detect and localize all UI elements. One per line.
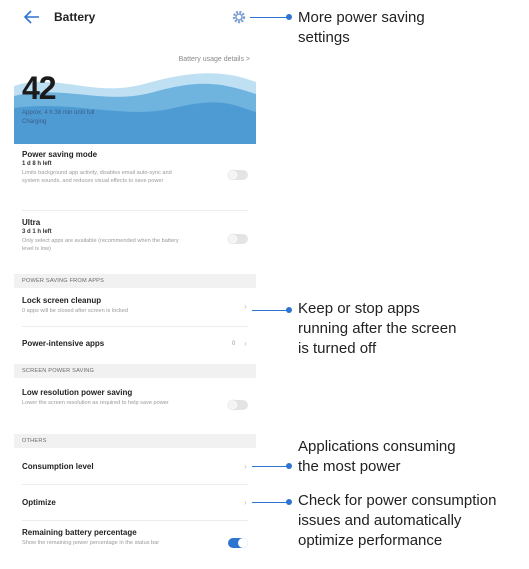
remaining-percentage-row[interactable]: Remaining battery percentage Show the re… (14, 524, 256, 564)
callout-text: issues and automatically (298, 512, 462, 529)
callout-line (252, 310, 288, 311)
callout-text: Applications consuming (298, 438, 456, 455)
callout-line (252, 502, 288, 503)
callout-text: the most power (298, 458, 401, 475)
section-header-apps: POWER SAVING FROM APPS (14, 274, 256, 288)
power-saving-mode-row[interactable]: Power saving mode 1 d 8 h left Limits ba… (14, 146, 256, 208)
back-arrow-icon[interactable] (24, 10, 40, 24)
power-saving-mode-time: 1 d 8 h left (22, 161, 52, 167)
callout-lock-screen: Keep or stop apps running after the scre… (298, 299, 456, 359)
section-header-screen: SCREEN POWER SAVING (14, 364, 256, 378)
power-saving-mode-description: Limits background app activity, disables… (22, 170, 172, 184)
power-intensive-apps-label: Power-intensive apps (22, 339, 105, 348)
callout-dot (286, 499, 292, 505)
callout-text: optimize performance (298, 532, 443, 549)
callout-dot (286, 307, 292, 313)
section-others-label: OTHERS (22, 438, 47, 444)
consumption-level-row[interactable]: Consumption level › (14, 452, 256, 480)
optimize-label: Optimize (22, 498, 56, 507)
remaining-percentage-label: Remaining battery percentage (22, 528, 137, 537)
divider (22, 326, 248, 327)
chevron-right-icon: › (244, 302, 247, 311)
ultra-toggle[interactable] (228, 234, 248, 244)
callout-text: Check for power consumption (298, 492, 497, 509)
battery-percentage: 42 (22, 70, 57, 106)
charge-estimate: Approx. 4 h 38 min until full (22, 110, 95, 116)
section-screen-label: SCREEN POWER SAVING (22, 368, 95, 374)
charging-status: Charging (22, 119, 47, 125)
page-title: Battery (54, 10, 96, 24)
chevron-right-icon: › (244, 498, 247, 507)
callout-line (250, 17, 288, 18)
power-saving-mode-toggle[interactable] (228, 170, 248, 180)
section-apps-label: POWER SAVING FROM APPS (22, 278, 104, 284)
callout-dot (286, 14, 292, 20)
callout-line (252, 466, 288, 467)
low-resolution-row[interactable]: Low resolution power saving Lower the sc… (14, 382, 256, 422)
top-bar: Battery (14, 0, 256, 34)
chevron-right-icon: › (244, 339, 247, 348)
divider (22, 520, 248, 521)
section-header-others: OTHERS (14, 434, 256, 448)
lock-screen-cleanup-description: 0 apps will be closed after screen is lo… (22, 308, 129, 314)
consumption-level-label: Consumption level (22, 462, 94, 471)
power-intensive-apps-row[interactable]: Power-intensive apps 0 › (14, 330, 256, 358)
callout-text: running after the screen (298, 320, 457, 337)
lock-screen-cleanup-label: Lock screen cleanup (22, 296, 102, 305)
power-saving-mode-label: Power saving mode (22, 150, 98, 159)
gear-icon[interactable] (232, 10, 246, 24)
divider (22, 210, 248, 211)
phone-screen: Battery Battery usage details > 42 Appro… (14, 0, 256, 569)
low-resolution-description: Lower the screen resolution as required … (22, 400, 169, 406)
chevron-right-icon: › (244, 462, 247, 471)
callout-text: Keep or stop apps (298, 300, 420, 317)
lock-screen-cleanup-row[interactable]: Lock screen cleanup 0 apps will be close… (14, 292, 256, 324)
callout-text: is turned off (298, 340, 377, 357)
optimize-row[interactable]: Optimize › (14, 488, 256, 516)
ultra-description: Only select apps are available (recommen… (22, 238, 179, 252)
divider (22, 484, 248, 485)
callout-text: More power saving (298, 9, 425, 26)
remaining-percentage-description: Show the remaining power percentage in t… (22, 540, 160, 546)
callout-consumption: Applications consuming the most power (298, 437, 456, 477)
low-resolution-toggle[interactable] (228, 400, 248, 410)
callout-optimize: Check for power consumption issues and a… (298, 491, 496, 551)
ultra-label: Ultra (22, 218, 41, 227)
ultra-row[interactable]: Ultra 3 d 1 h left Only select apps are … (14, 214, 256, 260)
callout-dot (286, 463, 292, 469)
remaining-percentage-toggle[interactable] (228, 538, 248, 548)
low-resolution-label: Low resolution power saving (22, 388, 133, 397)
power-intensive-apps-count: 0 (232, 341, 236, 347)
callout-settings: More power saving settings (298, 8, 425, 48)
ultra-time: 3 d 1 h left (22, 229, 52, 235)
callout-text: settings (298, 29, 350, 46)
battery-usage-details-link[interactable]: Battery usage details > (179, 56, 250, 63)
